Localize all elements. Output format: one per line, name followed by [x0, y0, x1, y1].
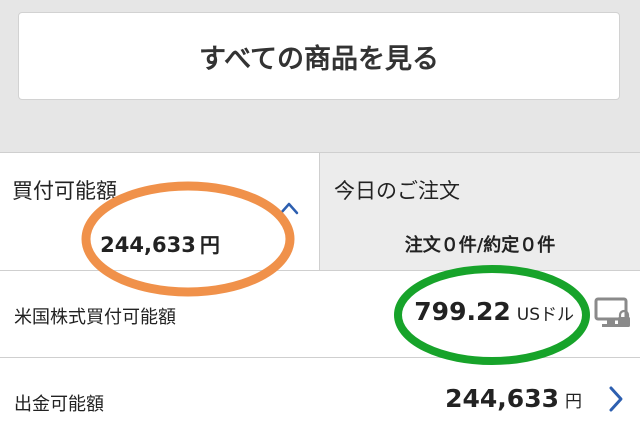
all-products-button[interactable]: すべての商品を見る: [18, 12, 620, 100]
buying-power-value: 244,633 円: [0, 229, 320, 258]
chevron-right-icon[interactable]: [608, 385, 624, 413]
us-buying-power-amount: 799.22: [414, 297, 511, 326]
us-buying-power-unit: USドル: [516, 305, 574, 325]
us-buying-power-row: 米国株式買付可能額 799.22 USドル: [0, 270, 640, 357]
orders-today-title: 今日のご注文: [334, 179, 460, 203]
monitor-lock-icon[interactable]: [594, 296, 632, 330]
orders-today-card[interactable]: 今日のご注文 注文０件/約定０件: [320, 153, 640, 271]
us-buying-power-value: 799.22 USドル: [414, 297, 574, 326]
us-buying-power-label: 米国株式買付可能額: [14, 307, 176, 328]
all-products-label: すべての商品を見る: [198, 43, 440, 75]
summary-row: 買付可能額 244,633 円 今日のご注文 注文０件/約定０件: [0, 152, 640, 271]
buying-power-amount: 244,633: [100, 233, 196, 257]
buying-power-title: 買付可能額: [12, 179, 117, 203]
top-band: すべての商品を見る: [0, 0, 640, 152]
orders-today-status: 注文０件/約定０件: [404, 235, 556, 256]
withdrawable-unit: 円: [565, 392, 582, 412]
withdrawable-label: 出金可能額: [14, 394, 104, 415]
chevron-up-icon[interactable]: [278, 199, 300, 217]
withdrawable-row[interactable]: 出金可能額 244,633 円: [0, 357, 640, 443]
buying-power-unit: 円: [199, 233, 220, 257]
withdrawable-value: 244,633 円: [445, 384, 582, 413]
withdrawable-amount: 244,633: [445, 384, 559, 413]
buying-power-card[interactable]: 買付可能額 244,633 円: [0, 153, 320, 271]
